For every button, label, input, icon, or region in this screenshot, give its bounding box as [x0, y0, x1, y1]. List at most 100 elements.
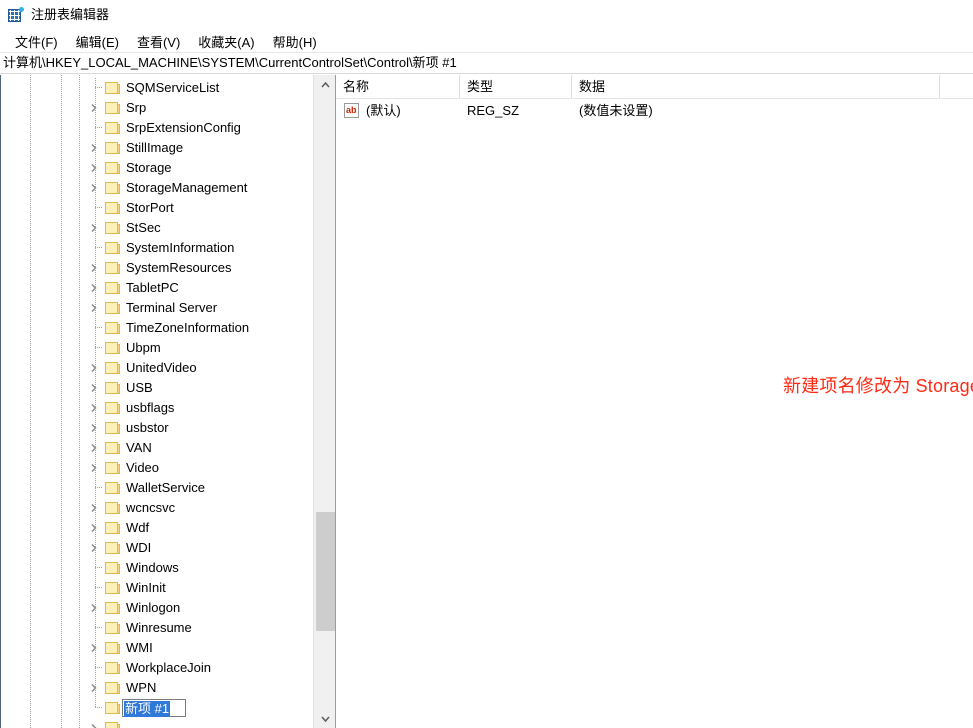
table-row[interactable]: ab (默认) REG_SZ (数值未设置)	[336, 101, 973, 121]
rename-key-input[interactable]: 新项 #1	[122, 699, 186, 717]
tree-vertical-scrollbar[interactable]	[313, 75, 336, 728]
chevron-right-icon[interactable]	[88, 502, 100, 514]
chevron-right-icon[interactable]	[88, 602, 100, 614]
tree-item-wmi[interactable]: WMI	[0, 638, 313, 658]
tree-item-label: Wdf	[126, 519, 149, 537]
address-bar[interactable]: 计算机\HKEY_LOCAL_MACHINE\SYSTEM\CurrentCon…	[0, 52, 973, 74]
tree-item-label: SystemInformation	[126, 239, 234, 257]
tree-item-label: SQMServiceList	[126, 79, 219, 97]
chevron-right-icon[interactable]	[88, 162, 100, 174]
chevron-right-icon[interactable]	[88, 362, 100, 374]
chevron-right-icon[interactable]	[88, 682, 100, 694]
folder-icon	[105, 361, 121, 375]
tree-item-ubpm[interactable]: Ubpm	[0, 338, 313, 358]
tree-item-wdf[interactable]: Wdf	[0, 518, 313, 538]
tree-connector	[95, 438, 96, 458]
tree-item-winresume[interactable]: Winresume	[0, 618, 313, 638]
tree-item-winlogon[interactable]: Winlogon	[0, 598, 313, 618]
tree-connector	[95, 398, 96, 418]
folder-icon	[105, 661, 121, 675]
folder-icon	[105, 681, 121, 695]
tree-item-stsec[interactable]: StSec	[0, 218, 313, 238]
chevron-right-icon[interactable]	[88, 382, 100, 394]
tree-item-terminal-server[interactable]: Terminal Server	[0, 298, 313, 318]
tree-item-sqmservicelist[interactable]: SQMServiceList	[0, 78, 313, 98]
tree-item-usbflags[interactable]: usbflags	[0, 398, 313, 418]
tree-connector	[95, 278, 96, 298]
chevron-right-icon[interactable]	[88, 642, 100, 654]
tree-item-stillimage[interactable]: StillImage	[0, 138, 313, 158]
tree-item-van[interactable]: VAN	[0, 438, 313, 458]
tree-item-timezoneinformation[interactable]: TimeZoneInformation	[0, 318, 313, 338]
chevron-right-icon[interactable]	[88, 522, 100, 534]
chevron-right-icon[interactable]	[88, 282, 100, 294]
tree-connector	[95, 458, 96, 478]
menu-help[interactable]: 帮助(H)	[264, 31, 326, 52]
chevron-right-icon[interactable]	[88, 422, 100, 434]
chevron-right-icon[interactable]	[88, 402, 100, 414]
chevron-right-icon[interactable]	[88, 262, 100, 274]
tree-item-workplacejoin[interactable]: WorkplaceJoin	[0, 658, 313, 678]
tree-item-usbstor[interactable]: usbstor	[0, 418, 313, 438]
chevron-right-icon[interactable]	[88, 142, 100, 154]
tree-item-storport[interactable]: StorPort	[0, 198, 313, 218]
chevron-right-icon[interactable]	[88, 462, 100, 474]
folder-icon	[105, 281, 121, 295]
tree-item-partial[interactable]	[0, 718, 313, 728]
tree-item-label: WDI	[126, 539, 151, 557]
tree-item-wininit[interactable]: WinInit	[0, 578, 313, 598]
folder-icon	[105, 581, 121, 595]
tree-item-srpextensionconfig[interactable]: SrpExtensionConfig	[0, 118, 313, 138]
tree-item-label: WPN	[126, 679, 156, 697]
tree-item-systeminformation[interactable]: SystemInformation	[0, 238, 313, 258]
tree-item-wcncsvc[interactable]: wcncsvc	[0, 498, 313, 518]
chevron-right-icon[interactable]	[88, 302, 100, 314]
tree-connector	[95, 207, 103, 208]
tree-connector	[95, 358, 96, 378]
scroll-down-button[interactable]	[314, 709, 336, 728]
chevron-right-icon[interactable]	[88, 102, 100, 114]
chevron-right-icon[interactable]	[88, 182, 100, 194]
column-header-type[interactable]: 类型	[460, 75, 572, 98]
tree-item-srp[interactable]: Srp	[0, 98, 313, 118]
column-header-name[interactable]: 名称	[336, 75, 460, 98]
column-header-data[interactable]: 数据	[572, 75, 940, 98]
menu-view[interactable]: 查看(V)	[128, 31, 189, 52]
tree-item-video[interactable]: Video	[0, 458, 313, 478]
menu-edit[interactable]: 编辑(E)	[67, 31, 128, 52]
scrollbar-thumb[interactable]	[316, 512, 335, 631]
tree-item-label: StSec	[126, 219, 161, 237]
folder-icon	[105, 241, 121, 255]
tree-item-label: USB	[126, 379, 153, 397]
tree-item-tabletpc[interactable]: TabletPC	[0, 278, 313, 298]
annotation-text: 新建项名修改为 StorageDevicePolicies	[783, 372, 973, 398]
chevron-right-icon[interactable]	[88, 722, 100, 728]
menu-favorites[interactable]: 收藏夹(A)	[189, 31, 263, 52]
folder-icon	[105, 461, 121, 475]
tree-item-unitedvideo[interactable]: UnitedVideo	[0, 358, 313, 378]
tree-item-new-key-editing[interactable]: 新项 #1	[0, 698, 313, 718]
tree-item-storage[interactable]: Storage	[0, 158, 313, 178]
folder-icon	[105, 381, 121, 395]
tree-item-wpn[interactable]: WPN	[0, 678, 313, 698]
folder-icon	[105, 721, 121, 728]
chevron-right-icon[interactable]	[88, 222, 100, 234]
menu-bar: 文件(F) 编辑(E) 查看(V) 收藏夹(A) 帮助(H)	[0, 30, 973, 52]
string-value-icon: ab	[344, 103, 359, 118]
folder-icon	[105, 161, 121, 175]
chevron-right-icon[interactable]	[88, 542, 100, 554]
tree-item-windows[interactable]: Windows	[0, 558, 313, 578]
tree-item-storagemanagement[interactable]: StorageManagement	[0, 178, 313, 198]
tree-item-walletservice[interactable]: WalletService	[0, 478, 313, 498]
menu-file[interactable]: 文件(F)	[6, 31, 67, 52]
rename-key-input-value: 新项 #1	[124, 701, 170, 717]
registry-tree[interactable]: SQMServiceListSrpSrpExtensionConfigStill…	[0, 75, 313, 728]
chevron-right-icon[interactable]	[88, 442, 100, 454]
folder-icon	[105, 541, 121, 555]
folder-icon	[105, 81, 121, 95]
folder-icon	[105, 481, 121, 495]
scroll-up-button[interactable]	[314, 75, 336, 94]
tree-item-systemresources[interactable]: SystemResources	[0, 258, 313, 278]
tree-item-usb[interactable]: USB	[0, 378, 313, 398]
tree-item-wdi[interactable]: WDI	[0, 538, 313, 558]
